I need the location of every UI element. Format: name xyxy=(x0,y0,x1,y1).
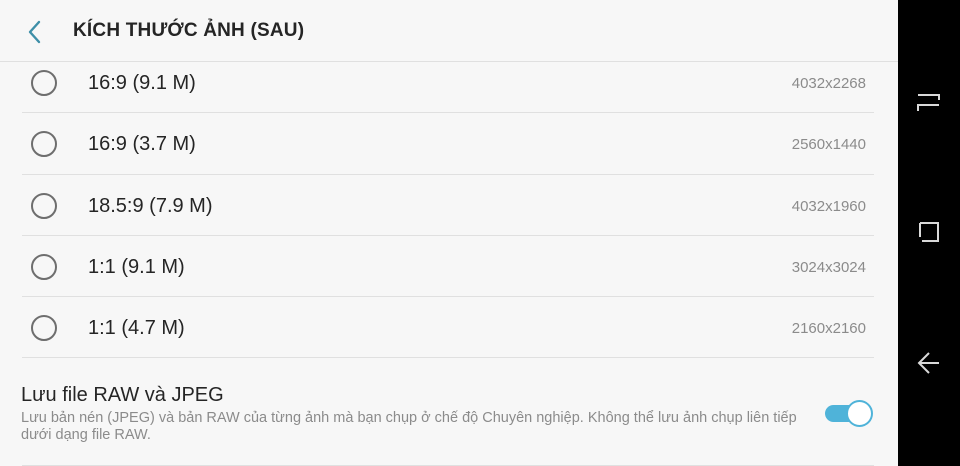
raw-jpeg-setting[interactable]: Lưu file RAW và JPEG Lưu bản nén (JPEG) … xyxy=(0,382,898,466)
radio-button[interactable] xyxy=(31,315,57,342)
raw-setting-description: Lưu bản nén (JPEG) và bản RAW của từng ả… xyxy=(21,410,797,443)
recent-apps-icon xyxy=(917,94,940,111)
nav-back-button[interactable] xyxy=(911,345,947,381)
size-option-1-1-4-7m[interactable]: 1:1 (4.7 M) 2160x2160 xyxy=(0,297,898,359)
size-option-1-1-9-1m[interactable]: 1:1 (9.1 M) 3024x3024 xyxy=(0,236,898,298)
raw-setting-title: Lưu file RAW và JPEG xyxy=(21,384,224,406)
screen: KÍCH THƯỚC ẢNH (SAU) 16:9 (9.1 M) 4032x2… xyxy=(0,0,960,466)
page-title: KÍCH THƯỚC ẢNH (SAU) xyxy=(73,20,305,41)
option-resolution: 4032x1960 xyxy=(791,197,866,215)
option-label: 1:1 (4.7 M) xyxy=(88,317,185,340)
home-button[interactable] xyxy=(911,214,947,250)
chevron-left-icon xyxy=(28,20,41,44)
radio-button[interactable] xyxy=(31,192,57,219)
picture-size-options: 16:9 (9.1 M) 4032x2268 16:9 (3.7 M) 2560… xyxy=(0,52,898,359)
recent-apps-button[interactable] xyxy=(911,84,947,120)
option-resolution: 2160x2160 xyxy=(791,320,866,338)
system-navigation-bar xyxy=(898,0,960,466)
option-resolution: 4032x2268 xyxy=(791,75,866,92)
option-label: 16:9 (9.1 M) xyxy=(88,72,196,94)
camera-settings-page: KÍCH THƯỚC ẢNH (SAU) 16:9 (9.1 M) 4032x2… xyxy=(0,0,898,466)
radio-button[interactable] xyxy=(31,70,57,96)
option-resolution: 3024x3024 xyxy=(791,258,866,276)
option-label: 16:9 (3.7 M) xyxy=(88,133,196,156)
size-option-18-5-9-7-9m[interactable]: 18.5:9 (7.9 M) 4032x1960 xyxy=(0,175,898,236)
divider xyxy=(22,357,874,359)
back-arrow-icon xyxy=(917,352,939,374)
option-label: 1:1 (9.1 M) xyxy=(88,255,185,278)
option-resolution: 2560x1440 xyxy=(791,136,866,154)
raw-toggle-switch[interactable] xyxy=(825,400,873,427)
back-button[interactable] xyxy=(18,15,52,49)
option-label: 18.5:9 (7.9 M) xyxy=(88,194,213,217)
home-icon xyxy=(919,222,939,242)
size-option-16-9-9-1m[interactable]: 16:9 (9.1 M) 4032x2268 xyxy=(0,52,898,114)
toggle-knob xyxy=(846,400,873,427)
size-option-16-9-3-7m[interactable]: 16:9 (3.7 M) 2560x1440 xyxy=(0,113,898,175)
radio-button[interactable] xyxy=(31,131,57,158)
radio-button[interactable] xyxy=(31,253,57,280)
